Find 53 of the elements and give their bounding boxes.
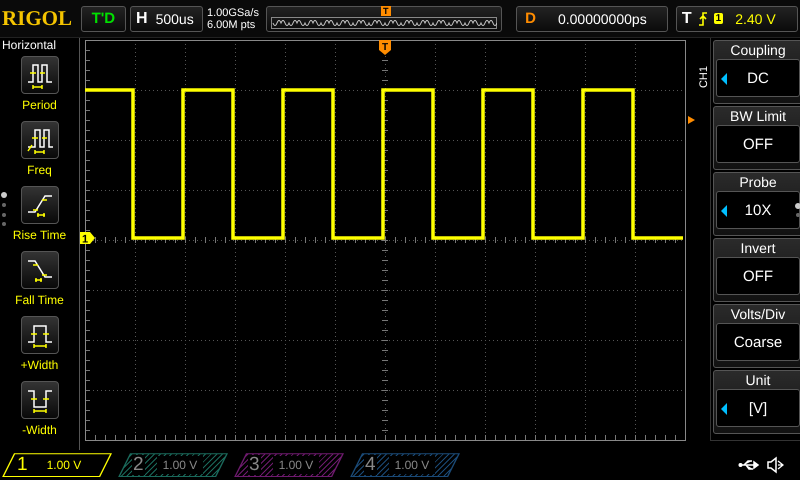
softkey-title: Unit (746, 371, 770, 390)
channel-number: 2 (132, 455, 145, 476)
delay-value: 0.00000000ps (558, 10, 647, 27)
channel-tab[interactable]: 2 1.00 V (118, 453, 228, 478)
channel-scale: 1.00 V (156, 456, 204, 474)
delay-label: D (525, 10, 536, 28)
trigger-level: 2.40 V (735, 10, 776, 27)
menu-softkey[interactable]: Volts/Div Coarse (713, 304, 800, 368)
memory-depth: 6.00M pts (206, 18, 256, 31)
measure-label: Period (22, 98, 57, 112)
channel-number: 3 (248, 455, 261, 476)
menu-softkey[interactable]: Probe 10X (713, 172, 800, 236)
trigger-source: 1 (714, 13, 724, 24)
channel-scale: 1.00 V (388, 456, 436, 474)
softkey-title: Invert (740, 239, 776, 258)
horizontal-label: H (136, 10, 148, 28)
menu-softkey[interactable]: Unit [V] (713, 370, 800, 434)
softkey-value: 10X (744, 202, 772, 219)
softkey-value: Coarse (734, 334, 782, 351)
trigger-box[interactable]: T 1 2.40 V (676, 6, 798, 32)
sample-rate: 1.00GSa/s (206, 6, 260, 19)
measure-label: Fall Time (15, 293, 64, 308)
softkey-value: [V] (748, 400, 768, 417)
menu-softkey[interactable]: BW Limit OFF (713, 106, 800, 170)
softkey-value: DC (747, 70, 769, 87)
menu-softkey[interactable]: Coupling DC (713, 40, 800, 104)
channel-marker[interactable]: 1 (79, 232, 95, 246)
brand-logo: RIGOL (2, 6, 74, 32)
softkey-title: BW Limit (730, 107, 786, 126)
softkey-value: OFF (743, 268, 773, 285)
delay-box[interactable]: D 0.00000000ps (516, 6, 668, 32)
measure-label: Freq (27, 163, 52, 178)
softkey-title: Coupling (730, 41, 786, 60)
trigger-position-marker: T (381, 6, 391, 16)
softkey-title: Probe (739, 173, 777, 192)
measure-label: Rise Time (12, 228, 66, 242)
channel-tab[interactable]: 1 1.00 V (2, 453, 112, 478)
trigger-position-marker[interactable]: T (379, 40, 391, 56)
channel-tab[interactable]: 3 1.00 V (234, 453, 344, 478)
channel-number: 4 (364, 455, 377, 476)
channel-scale: 1.00 V (272, 456, 320, 474)
trigger-label: T (682, 10, 692, 28)
measure-label: +Width (20, 358, 58, 372)
menu-softkey[interactable]: Invert OFF (713, 238, 800, 302)
run-status: T'D (80, 6, 126, 32)
horizontal-scale-box[interactable]: H 500us (130, 6, 203, 32)
timebase-value: 500us (156, 10, 194, 27)
softkey-value: OFF (743, 136, 773, 153)
softkey-title: Volts/Div (730, 305, 786, 324)
channel-label: CH1 (698, 66, 710, 88)
channel-tab[interactable]: 4 1.00 V (350, 453, 460, 478)
measure-label: -Width (22, 423, 57, 438)
menu-title: Horizontal (1, 38, 56, 52)
